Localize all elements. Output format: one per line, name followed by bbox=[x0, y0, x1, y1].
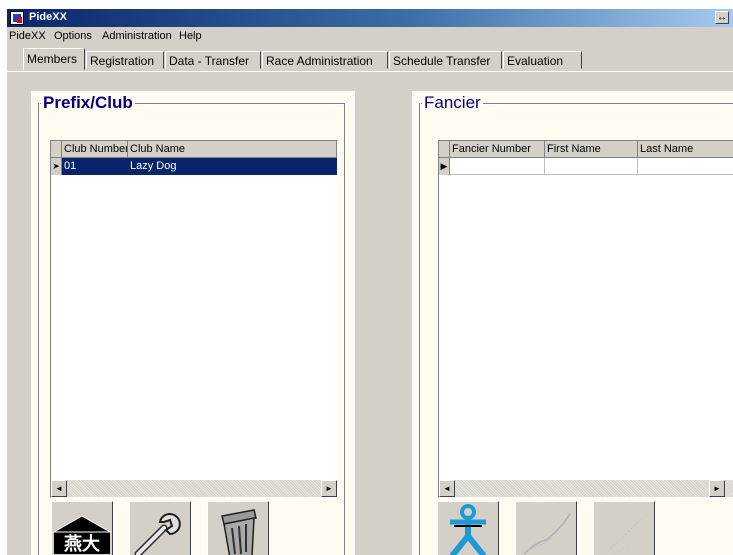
tab-race-administration[interactable]: Race Administration bbox=[262, 51, 388, 69]
svg-text:燕大: 燕大 bbox=[64, 533, 100, 555]
title-bar: PideXX ↔ bbox=[7, 9, 733, 27]
menu-pidexx[interactable]: PideXX bbox=[9, 30, 46, 42]
fancier-person-icon bbox=[449, 504, 487, 555]
club-grid[interactable]: Club Number Club Name ➤ 01 Lazy Dog ◄ ► bbox=[50, 140, 338, 498]
menu-options[interactable]: Options bbox=[54, 30, 92, 42]
tab-strip: Members Registration Data - Transfer Rac… bbox=[19, 48, 733, 70]
fancier-title: Fancier bbox=[422, 93, 483, 113]
fancier-grid[interactable]: Fancier Number First Name Last Name ▶ ◄ … bbox=[438, 140, 733, 498]
menu-administration[interactable]: Administration bbox=[102, 30, 172, 42]
first-name-cell[interactable] bbox=[545, 158, 638, 175]
group-border-right bbox=[344, 103, 346, 555]
prefix-club-title: Prefix/Club bbox=[41, 93, 135, 113]
fancier-birds-sketch-button bbox=[593, 501, 655, 555]
menu-help[interactable]: Help bbox=[179, 30, 202, 42]
fancier-number-cell[interactable] bbox=[450, 158, 545, 175]
application-window: PideXX ↔ PideXX Options Administration H… bbox=[7, 9, 733, 555]
menu-bar: PideXX Options Administration Help bbox=[7, 28, 733, 45]
scroll-right-button[interactable]: ► bbox=[709, 480, 725, 497]
window-title: PideXX bbox=[29, 11, 67, 23]
grid-corner bbox=[439, 141, 450, 158]
restore-button[interactable]: ↔ bbox=[715, 11, 729, 24]
col-first-name[interactable]: First Name bbox=[545, 141, 638, 158]
app-icon bbox=[10, 11, 24, 25]
edit-club-button[interactable] bbox=[129, 501, 191, 555]
tab-schedule-transfer[interactable]: Schedule Transfer bbox=[389, 51, 502, 69]
grid-corner bbox=[51, 141, 62, 158]
tab-evaluation[interactable]: Evaluation bbox=[503, 51, 582, 69]
scroll-left-button[interactable]: ◄ bbox=[439, 480, 455, 497]
col-fancier-number[interactable]: Fancier Number bbox=[450, 141, 545, 158]
club-house-icon: 燕大 bbox=[52, 515, 112, 555]
bird-sketch-icon bbox=[609, 517, 643, 555]
club-name-cell[interactable]: Lazy Dog bbox=[128, 158, 337, 175]
tab-registration[interactable]: Registration bbox=[86, 51, 164, 69]
scroll-right-button[interactable]: ► bbox=[321, 480, 337, 497]
current-row-indicator: ➤ bbox=[51, 158, 62, 175]
col-club-name[interactable]: Club Name bbox=[128, 141, 337, 158]
trash-can-icon bbox=[221, 509, 257, 555]
tab-members[interactable]: Members bbox=[23, 48, 85, 70]
wrench-icon bbox=[134, 513, 181, 555]
club-number-cell[interactable]: 01 bbox=[62, 158, 128, 175]
fancier-birds-button bbox=[515, 501, 577, 555]
delete-club-button[interactable] bbox=[207, 501, 269, 555]
club-grid-hscrollbar[interactable]: ◄ ► bbox=[51, 480, 337, 497]
prefix-club-panel: Prefix/Club Club Number Club Name ➤ 01 L… bbox=[31, 91, 355, 555]
fancier-grid-hscrollbar[interactable]: ◄ ► bbox=[439, 480, 733, 497]
club-house-button[interactable]: 燕大 bbox=[51, 501, 113, 555]
group-border-left bbox=[419, 103, 421, 555]
tab-data-transfer[interactable]: Data - Transfer bbox=[165, 51, 261, 69]
group-border-left bbox=[38, 103, 40, 555]
bird-icon bbox=[523, 513, 571, 555]
scroll-left-button[interactable]: ◄ bbox=[51, 480, 67, 497]
new-row-indicator: ▶ bbox=[439, 158, 450, 175]
tab-divider bbox=[7, 71, 733, 72]
col-club-number[interactable]: Club Number bbox=[62, 141, 128, 158]
fancier-panel: Fancier Fancier Number First Name Last N… bbox=[412, 91, 733, 555]
col-last-name[interactable]: Last Name bbox=[638, 141, 733, 158]
last-name-cell[interactable] bbox=[638, 158, 733, 175]
add-fancier-button[interactable] bbox=[437, 501, 499, 555]
